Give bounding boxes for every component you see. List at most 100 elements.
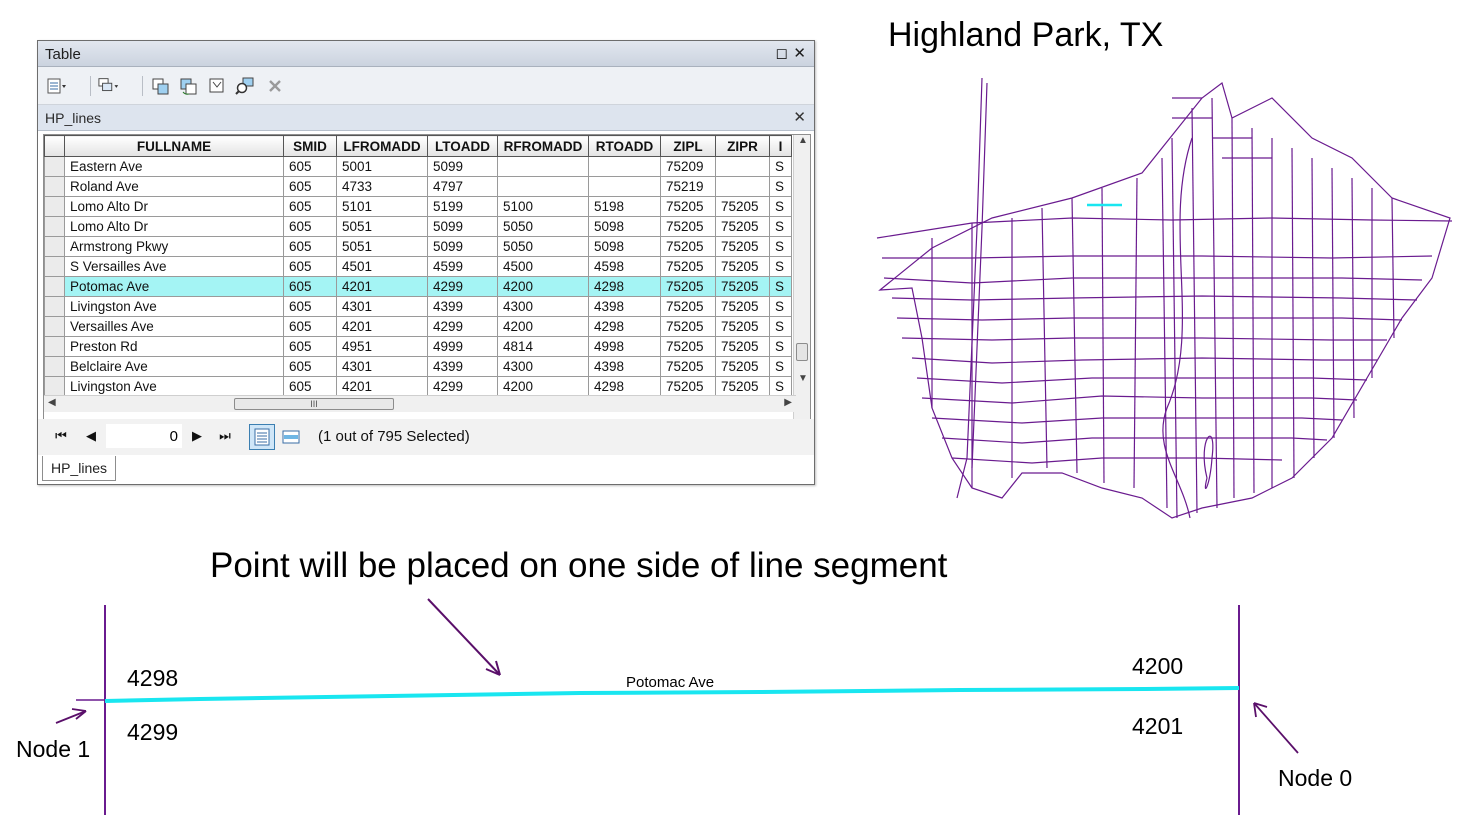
show-all-records-button[interactable] (249, 424, 275, 450)
table-cell[interactable]: 75205 (660, 316, 716, 337)
table-cell[interactable]: 75205 (715, 276, 770, 297)
table-cell[interactable]: 605 (283, 336, 337, 357)
table-cell[interactable]: 4201 (336, 276, 428, 297)
table-cell[interactable]: 4999 (427, 336, 498, 357)
table-cell[interactable]: 4501 (336, 256, 428, 277)
table-cell[interactable]: 4298 (588, 316, 661, 337)
table-cell[interactable]: 75205 (660, 276, 716, 297)
table-cell[interactable]: 605 (283, 236, 337, 257)
row-selector[interactable] (44, 316, 65, 337)
table-row[interactable]: Versailles Ave 605 4201 4299 4200 4298 75205 75… (44, 316, 792, 337)
table-cell[interactable]: 5198 (588, 196, 661, 217)
table-cell[interactable]: 4200 (497, 276, 589, 297)
row-selector[interactable] (44, 376, 65, 397)
row-selector[interactable] (44, 296, 65, 317)
table-cell[interactable]: 5050 (497, 236, 589, 257)
table-cell[interactable]: S (769, 216, 792, 237)
related-tables-icon[interactable] (98, 75, 120, 97)
table-cell[interactable]: S (769, 296, 792, 317)
table-row[interactable]: Livingston Ave 605 4301 4399 4300 4398 75205 75… (44, 296, 792, 317)
table-bottom-tab[interactable]: HP_lines (42, 456, 116, 481)
table-cell[interactable]: 5051 (336, 216, 428, 237)
row-selector[interactable] (44, 356, 65, 377)
delete-selected-icon[interactable] (264, 75, 286, 97)
table-cell[interactable]: S (769, 156, 792, 177)
table-cell[interactable]: 4201 (336, 376, 428, 397)
column-header-smid[interactable]: SMID (283, 135, 337, 157)
table-row[interactable]: Potomac Ave 605 4201 4299 4200 4298 75205 75205… (44, 276, 792, 297)
table-cell[interactable]: 4300 (497, 296, 589, 317)
horizontal-scrollbar[interactable]: ◀ III ▶ (44, 395, 796, 412)
table-cell[interactable]: S (769, 356, 792, 377)
current-record-input[interactable] (106, 424, 182, 448)
table-cell[interactable]: Versailles Ave (64, 316, 284, 337)
table-cell[interactable]: 75205 (715, 256, 770, 277)
row-selector[interactable] (44, 176, 65, 197)
previous-record-icon[interactable]: ◀ (82, 428, 100, 444)
vertical-scrollbar[interactable]: ▲ ▼ (793, 135, 810, 437)
table-cell[interactable]: 75205 (660, 356, 716, 377)
table-cell[interactable]: 605 (283, 216, 337, 237)
table-row[interactable]: Lomo Alto Dr 605 5101 5199 5100 5198 75205 7520… (44, 196, 792, 217)
table-cell[interactable]: Livingston Ave (64, 296, 284, 317)
table-cell[interactable]: 75205 (715, 336, 770, 357)
table-cell[interactable]: 5099 (427, 156, 498, 177)
table-cell[interactable]: 4298 (588, 276, 661, 297)
table-row[interactable]: Preston Rd 605 4951 4999 4814 4998 75205 75205 S (44, 336, 792, 357)
zoom-to-selected-icon[interactable] (234, 75, 256, 97)
table-cell[interactable]: 4998 (588, 336, 661, 357)
table-cell[interactable]: 4814 (497, 336, 589, 357)
table-row[interactable]: Armstrong Pkwy 605 5051 5099 5050 5098 75205 75… (44, 236, 792, 257)
row-selector[interactable] (44, 196, 65, 217)
table-cell[interactable]: 75205 (660, 216, 716, 237)
clear-selection-icon[interactable] (206, 75, 228, 97)
table-cell[interactable]: Armstrong Pkwy (64, 236, 284, 257)
table-cell[interactable]: 4399 (427, 356, 498, 377)
last-record-icon[interactable]: ⏭ (216, 428, 234, 444)
table-cell[interactable]: 4299 (427, 376, 498, 397)
table-cell[interactable]: S (769, 176, 792, 197)
table-cell[interactable]: 75205 (715, 236, 770, 257)
select-by-attributes-icon[interactable] (150, 75, 172, 97)
row-selector[interactable] (44, 156, 65, 177)
table-row[interactable]: Roland Ave 605 4733 4797 75219 S (44, 176, 792, 197)
table-cell[interactable]: 4598 (588, 256, 661, 277)
next-record-icon[interactable]: ▶ (188, 428, 206, 444)
row-selector[interactable] (44, 256, 65, 277)
table-cell[interactable]: 75205 (715, 376, 770, 397)
table-cell[interactable] (588, 176, 661, 197)
column-header-i[interactable]: I (769, 135, 792, 157)
table-cell[interactable]: 4301 (336, 296, 428, 317)
vertical-scroll-thumb[interactable] (796, 343, 808, 361)
table-cell[interactable]: 75205 (715, 316, 770, 337)
table-cell[interactable]: Lomo Alto Dr (64, 216, 284, 237)
table-cell[interactable]: S (769, 316, 792, 337)
table-cell[interactable]: 75205 (660, 236, 716, 257)
table-cell[interactable]: 605 (283, 196, 337, 217)
table-cell[interactable]: Eastern Ave (64, 156, 284, 177)
table-cell[interactable]: 4201 (336, 316, 428, 337)
table-cell[interactable]: 4299 (427, 276, 498, 297)
table-cell[interactable]: 605 (283, 256, 337, 277)
table-cell[interactable]: 5098 (588, 236, 661, 257)
column-header-rtoadd[interactable]: RTOADD (588, 135, 661, 157)
table-cell[interactable]: 605 (283, 376, 337, 397)
column-header-zipl[interactable]: ZIPL (660, 135, 716, 157)
table-cell[interactable]: 4298 (588, 376, 661, 397)
table-cell[interactable] (588, 156, 661, 177)
table-cell[interactable]: S (769, 376, 792, 397)
scroll-up-icon[interactable]: ▲ (798, 135, 808, 146)
restore-icon[interactable]: ◻ (776, 44, 788, 62)
column-header-ltoadd[interactable]: LTOADD (427, 135, 498, 157)
table-cell[interactable]: 605 (283, 316, 337, 337)
scroll-down-icon[interactable]: ▼ (798, 373, 808, 384)
table-cell[interactable]: 5101 (336, 196, 428, 217)
row-selector[interactable] (44, 236, 65, 257)
table-cell[interactable]: 4797 (427, 176, 498, 197)
table-cell[interactable]: 5199 (427, 196, 498, 217)
table-cell[interactable]: S Versailles Ave (64, 256, 284, 277)
table-cell[interactable]: 4398 (588, 356, 661, 377)
row-selector[interactable] (44, 216, 65, 237)
table-cell[interactable]: 605 (283, 276, 337, 297)
table-cell[interactable]: 4733 (336, 176, 428, 197)
